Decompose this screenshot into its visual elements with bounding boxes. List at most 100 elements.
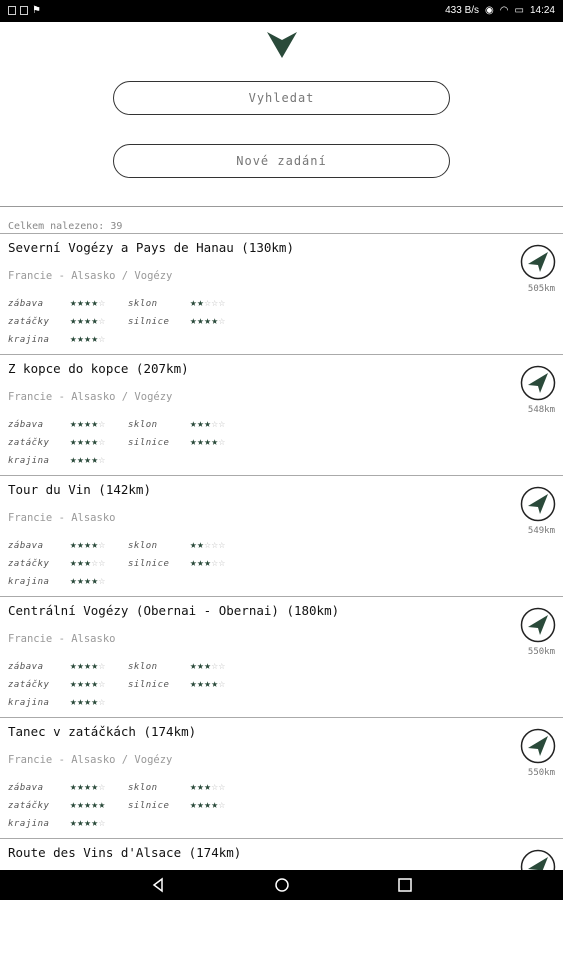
star-empty-icon: ☆ (218, 798, 226, 811)
route-item[interactable]: Z kopce do kopce (207km) Francie - Alsask… (0, 354, 563, 475)
star-filled-icon: ★ (211, 677, 219, 690)
new-query-button[interactable]: Nové zadání (113, 144, 450, 178)
back-icon[interactable] (150, 877, 166, 893)
home-icon[interactable] (274, 877, 290, 893)
star-filled-icon: ★ (91, 780, 99, 793)
star-empty-icon: ☆ (98, 538, 106, 551)
star-empty-icon: ☆ (218, 677, 226, 690)
route-item[interactable]: Tour du Vin (142km) Francie - Alsasko 549k… (0, 475, 563, 596)
star-empty-icon: ☆ (218, 538, 226, 551)
rating-label-landscape: krajina (8, 819, 50, 829)
rating-fun: ★★★★☆ (70, 417, 106, 430)
rating-slope: ★★★☆☆ (190, 417, 226, 430)
rating-label-roads: silnice (128, 801, 170, 811)
rating-curves: ★★★★★ (70, 798, 106, 811)
rating-label-slope: sklon (128, 783, 158, 793)
notification-icon (20, 6, 28, 15)
star-empty-icon: ☆ (211, 556, 219, 569)
navigate-icon[interactable] (520, 244, 556, 284)
rating-fun: ★★★★☆ (70, 538, 106, 551)
navigate-icon[interactable] (520, 486, 556, 526)
navigate-icon[interactable] (520, 365, 556, 405)
star-filled-icon: ★ (211, 314, 219, 327)
network-speed: 433 B/s (445, 5, 480, 16)
rating-curves: ★★★★☆ (70, 435, 106, 448)
rating-label-slope: sklon (128, 420, 158, 430)
recents-icon[interactable] (397, 877, 413, 893)
rating-label-fun: zábava (8, 783, 44, 793)
route-item[interactable]: Severní Vogézy a Pays de Hanau (130km) Fr… (0, 233, 563, 354)
star-empty-icon: ☆ (98, 417, 106, 430)
rating-roads: ★★★★☆ (190, 314, 226, 327)
rating-roads: ★★★★☆ (190, 677, 226, 690)
rating-label-fun: zábava (8, 420, 44, 430)
rating-slope: ★★★☆☆ (190, 780, 226, 793)
star-empty-icon: ☆ (98, 780, 106, 793)
star-filled-icon: ★ (91, 296, 99, 309)
star-empty-icon: ☆ (218, 659, 226, 672)
star-filled-icon: ★ (91, 659, 99, 672)
rating-slope: ★★☆☆☆ (190, 296, 226, 309)
star-empty-icon: ☆ (98, 296, 106, 309)
rating-slope: ★★★☆☆ (190, 659, 226, 672)
star-empty-icon: ☆ (98, 314, 106, 327)
clock: 14:24 (529, 5, 555, 16)
rating-label-slope: sklon (128, 541, 158, 551)
route-item[interactable]: Centrální Vogézy (Obernai - Obernai) (18… (0, 596, 563, 717)
star-empty-icon: ☆ (98, 435, 106, 448)
route-region: Francie - Alsasko / Vogézy (8, 270, 173, 282)
rating-curves: ★★★★☆ (70, 677, 106, 690)
rating-label-slope: sklon (128, 662, 158, 672)
star-filled-icon: ★ (211, 435, 219, 448)
star-empty-icon: ☆ (98, 816, 106, 829)
notification-icons: ⚑ (8, 5, 41, 16)
wifi-icon: ◠ (499, 5, 509, 16)
route-region: Francie - Alsasko / Vogézy (8, 754, 173, 766)
rating-landscape: ★★★★☆ (70, 816, 106, 829)
star-filled-icon: ★ (91, 314, 99, 327)
route-distance: 549km (527, 526, 555, 536)
result-count: Celkem nalezeno: 39 (8, 221, 123, 232)
rating-label-roads: silnice (128, 680, 170, 690)
star-filled-icon: ★ (91, 695, 99, 708)
star-filled-icon: ★ (91, 816, 99, 829)
rating-label-fun: zábava (8, 662, 44, 672)
star-empty-icon: ☆ (211, 417, 219, 430)
star-empty-icon: ☆ (91, 556, 99, 569)
route-title: Severní Vogézy a Pays de Hanau (130km) (8, 240, 294, 255)
rating-roads: ★★★★☆ (190, 435, 226, 448)
star-empty-icon: ☆ (218, 314, 226, 327)
route-item[interactable]: Tanec v zatáčkách (174km) Francie - Alsas… (0, 717, 563, 838)
rating-roads: ★★★★☆ (190, 798, 226, 811)
star-filled-icon: ★ (91, 677, 99, 690)
route-title: Tour du Vin (142km) (8, 482, 151, 497)
star-empty-icon: ☆ (98, 332, 106, 345)
rating-label-slope: sklon (128, 299, 158, 309)
star-filled-icon: ★ (91, 435, 99, 448)
rating-landscape: ★★★★☆ (70, 332, 106, 345)
star-empty-icon: ☆ (218, 296, 226, 309)
route-title: Tanec v zatáčkách (174km) (8, 724, 197, 739)
navigate-icon[interactable] (520, 607, 556, 647)
rating-label-landscape: krajina (8, 456, 50, 466)
search-button[interactable]: Vyhledat (113, 81, 450, 115)
rating-label-landscape: krajina (8, 577, 50, 587)
route-list: Severní Vogézy a Pays de Hanau (130km) Fr… (0, 233, 563, 959)
route-region: Francie - Alsasko (8, 512, 116, 524)
star-filled-icon: ★ (98, 798, 106, 811)
route-title: Z kopce do kopce (207km) (8, 361, 189, 376)
route-distance: 505km (527, 284, 555, 294)
star-empty-icon: ☆ (211, 538, 219, 551)
star-empty-icon: ☆ (218, 435, 226, 448)
star-filled-icon: ★ (91, 538, 99, 551)
notification-icon (8, 6, 16, 15)
app-logo-icon (267, 32, 297, 62)
star-empty-icon: ☆ (218, 417, 226, 430)
route-region: Francie - Alsasko (8, 633, 116, 645)
star-filled-icon: ★ (91, 417, 99, 430)
route-distance: 550km (527, 647, 555, 657)
rating-label-curves: zatáčky (8, 317, 50, 327)
rating-label-landscape: krajina (8, 698, 50, 708)
navigate-icon[interactable] (520, 728, 556, 768)
route-region: Francie - Alsasko / Vogézy (8, 391, 173, 403)
